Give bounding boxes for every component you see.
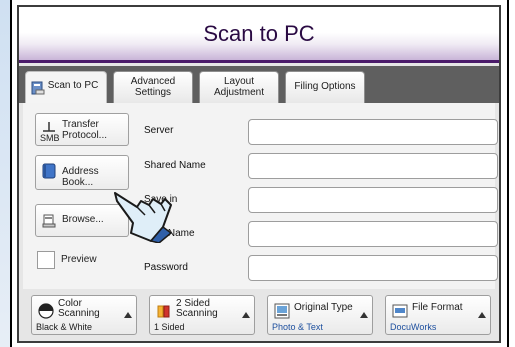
user-name-field[interactable] bbox=[248, 221, 498, 247]
title-bar: Scan to PC bbox=[19, 7, 499, 63]
shared-name-field[interactable] bbox=[248, 153, 498, 179]
color-circle-icon bbox=[38, 303, 54, 319]
address-book-icon bbox=[42, 163, 56, 179]
transfer-protocol-label: Transfer Protocol... bbox=[62, 119, 108, 141]
chevron-up-icon bbox=[478, 312, 486, 318]
address-book-button[interactable]: Address Book... bbox=[35, 155, 129, 190]
password-field[interactable] bbox=[248, 255, 498, 281]
sided-pages-icon bbox=[157, 305, 170, 318]
tab-filing-options[interactable]: Filing Options bbox=[285, 71, 365, 103]
tab-advanced-settings[interactable]: Advanced Settings bbox=[113, 71, 193, 103]
original-type-button[interactable]: Original Type Photo & Text bbox=[267, 295, 373, 335]
right-edge-strip bbox=[507, 0, 515, 347]
content-area: Transfer Protocol... SMB Address Book...… bbox=[23, 103, 498, 289]
color-scanning-label: Color Scanning bbox=[58, 298, 100, 319]
color-scanning-value: Black & White bbox=[36, 322, 93, 332]
save-in-field[interactable] bbox=[248, 187, 498, 213]
two-sided-scanning-button[interactable]: 2 Sided Scanning 1 Sided bbox=[149, 295, 255, 335]
file-format-button[interactable]: File Format DocuWorks bbox=[385, 295, 491, 335]
transfer-protocol-button[interactable]: Transfer Protocol... SMB bbox=[35, 113, 129, 146]
window-title: Scan to PC bbox=[203, 21, 315, 46]
file-format-icon bbox=[392, 304, 408, 318]
tab-label: Layout Adjustment bbox=[213, 76, 265, 98]
server-label: Server bbox=[144, 125, 174, 136]
two-sided-scanning-value: 1 Sided bbox=[154, 322, 185, 332]
original-type-value: Photo & Text bbox=[272, 322, 323, 332]
folder-icon bbox=[42, 214, 56, 228]
color-scanning-button[interactable]: Color Scanning Black & White bbox=[31, 295, 137, 335]
password-label: Password bbox=[144, 262, 188, 273]
shared-name-label: Shared Name bbox=[144, 160, 206, 171]
photo-text-icon bbox=[274, 303, 290, 319]
address-book-label: Address Book... bbox=[62, 166, 99, 188]
tab-bar: Scan to PC Advanced Settings Layout Adju… bbox=[19, 66, 499, 104]
preview-label: Preview bbox=[61, 254, 97, 265]
scanner-icon bbox=[31, 81, 45, 95]
file-format-value: DocuWorks bbox=[390, 322, 437, 332]
original-type-label: Original Type bbox=[294, 302, 353, 313]
two-sided-scanning-label: 2 Sided Scanning bbox=[176, 298, 218, 319]
tab-layout-adjustment[interactable]: Layout Adjustment bbox=[199, 71, 279, 103]
chevron-up-icon bbox=[360, 312, 368, 318]
file-format-label: File Format bbox=[412, 302, 463, 313]
preview-checkbox[interactable] bbox=[37, 251, 55, 269]
server-field[interactable] bbox=[248, 119, 498, 145]
chevron-up-icon bbox=[242, 312, 250, 318]
left-edge-fill bbox=[0, 0, 10, 347]
hand-pointer-icon bbox=[114, 192, 173, 243]
left-edge-strip bbox=[0, 0, 12, 347]
chevron-up-icon bbox=[124, 312, 132, 318]
feature-bar: Color Scanning Black & White 2 Sided Sca… bbox=[19, 289, 499, 341]
tab-scan-to-pc[interactable]: Scan to PC bbox=[25, 71, 107, 104]
scan-to-pc-panel: Scan to PC Scan to PC Advanced Settings … bbox=[17, 5, 501, 343]
tab-label: Filing Options bbox=[294, 81, 356, 92]
browse-label: Browse... bbox=[62, 214, 104, 225]
transfer-protocol-value: SMB bbox=[40, 133, 60, 143]
tab-label: Advanced Settings bbox=[130, 76, 176, 98]
